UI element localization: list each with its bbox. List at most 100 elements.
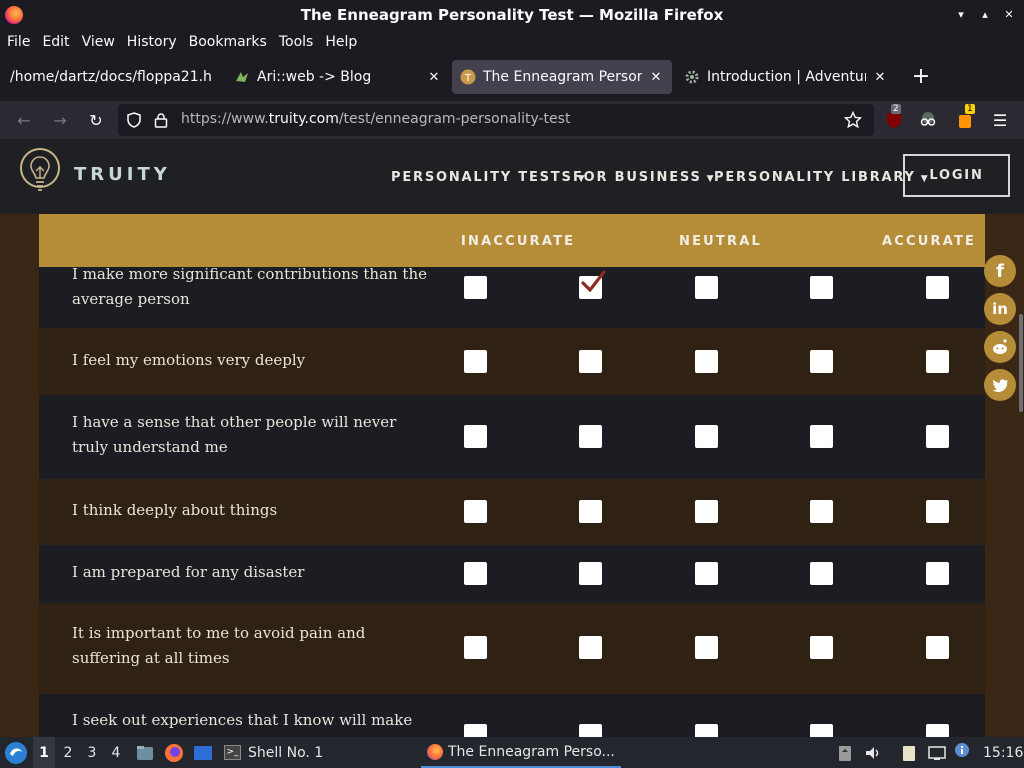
answer-checkbox-2[interactable]	[579, 270, 606, 299]
facebook-share-icon[interactable]: f	[984, 255, 1016, 287]
linkedin-share-icon[interactable]: in	[984, 293, 1016, 325]
workspace-3[interactable]: 3	[81, 737, 103, 768]
network-wired-icon[interactable]	[928, 744, 946, 762]
answer-checkbox-4[interactable]	[810, 636, 833, 659]
answer-checkbox-1[interactable]	[464, 724, 487, 737]
nav-personality-tests[interactable]: PERSONALITY TESTS ▼	[391, 170, 586, 185]
menu-tools[interactable]: Tools	[279, 34, 320, 50]
maximize-button[interactable]: ▴	[976, 5, 994, 23]
workspace-4[interactable]: 4	[105, 737, 127, 768]
close-tab-icon[interactable]: ✕	[872, 70, 888, 85]
answer-checkbox-5[interactable]	[926, 500, 949, 523]
answer-checkbox-4[interactable]	[810, 562, 833, 585]
menu-edit[interactable]: Edit	[42, 34, 75, 50]
shield-icon[interactable]	[126, 112, 142, 128]
ublock-origin-icon[interactable]: 2	[884, 104, 904, 130]
answer-checkbox-5[interactable]	[926, 425, 949, 448]
answer-checkbox-2[interactable]	[579, 500, 602, 523]
answer-checkbox-2[interactable]	[579, 425, 602, 448]
answer-checkbox-3[interactable]	[695, 276, 718, 299]
answer-checkbox-4[interactable]	[810, 276, 833, 299]
clipboard-tray-icon[interactable]	[836, 744, 854, 762]
answer-checkbox-3[interactable]	[695, 350, 718, 373]
info-tray-icon[interactable]	[954, 742, 970, 758]
reload-icon[interactable]: ↻	[86, 110, 106, 130]
menu-bookmarks[interactable]: Bookmarks	[189, 34, 273, 50]
extension-puzzle-icon[interactable]: 1	[956, 104, 976, 130]
answer-checkbox-5[interactable]	[926, 562, 949, 585]
start-menu-icon[interactable]	[4, 741, 28, 765]
answer-checkbox-5[interactable]	[926, 350, 949, 373]
volume-icon[interactable]	[864, 744, 882, 762]
truity-favicon-icon: T	[460, 69, 476, 85]
privacy-glasses-icon[interactable]	[918, 110, 938, 130]
close-window-button[interactable]: ✕	[1000, 5, 1018, 23]
window-titlebar: The Enneagram Personality Test — Mozilla…	[0, 0, 1024, 30]
menu-history[interactable]: History	[127, 34, 183, 50]
answer-checkbox-3[interactable]	[695, 500, 718, 523]
workspace-2[interactable]: 2	[57, 737, 79, 768]
firefox-launcher-icon[interactable]	[164, 743, 184, 763]
url-text[interactable]: https://www.truity.com/test/enneagram-pe…	[181, 111, 570, 127]
answer-checkbox-3[interactable]	[695, 562, 718, 585]
close-tab-icon[interactable]: ✕	[426, 70, 442, 85]
file-manager-icon[interactable]	[135, 743, 155, 763]
url-domain: truity.com	[268, 111, 339, 127]
answer-checkbox-2[interactable]	[579, 562, 602, 585]
truity-lightbulb-logo[interactable]	[19, 147, 61, 201]
taskbar-shell[interactable]: >_ Shell No. 1	[224, 737, 323, 768]
window-app-icon[interactable]	[193, 743, 213, 763]
menu-help[interactable]: Help	[325, 34, 363, 50]
question-text: I seek out experiences that I know will …	[72, 711, 413, 737]
tab-enneagram[interactable]: T The Enneagram Personal ✕	[452, 60, 672, 94]
firefox-icon	[427, 743, 443, 760]
nav-personality-library[interactable]: PERSONALITY LIBRARY ▼	[714, 170, 929, 185]
minimize-button[interactable]: ▾	[952, 5, 970, 23]
answer-checkbox-4[interactable]	[810, 724, 833, 737]
answer-checkbox-1[interactable]	[464, 500, 487, 523]
answer-checkbox-1[interactable]	[464, 562, 487, 585]
answer-checkbox-5[interactable]	[926, 276, 949, 299]
tab-file[interactable]: /home/dartz/docs/floppa21.h	[2, 60, 224, 94]
lock-icon[interactable]	[154, 112, 168, 128]
taskbar-firefox-window[interactable]: The Enneagram Perso...	[421, 737, 621, 768]
url-bar[interactable]: https://www.truity.com/test/enneagram-pe…	[118, 104, 874, 136]
answer-checkbox-3[interactable]	[695, 425, 718, 448]
answer-checkbox-2[interactable]	[579, 724, 602, 737]
answer-checkbox-5[interactable]	[926, 636, 949, 659]
workspace-1[interactable]: 1	[33, 737, 55, 768]
answer-checkbox-4[interactable]	[810, 350, 833, 373]
tab-introduction[interactable]: Introduction | Adventure ✕	[676, 60, 896, 94]
answer-checkbox-1[interactable]	[464, 350, 487, 373]
menu-view[interactable]: View	[82, 34, 121, 50]
reddit-share-icon[interactable]	[984, 331, 1016, 363]
answer-checkbox-2[interactable]	[579, 350, 602, 373]
tab-ariweb[interactable]: Ari::web -> Blog ✕	[226, 60, 450, 94]
page-scrollbar[interactable]	[1019, 314, 1023, 412]
new-tab-button[interactable]: +	[910, 64, 932, 90]
answer-checkbox-2[interactable]	[579, 636, 602, 659]
answer-checkbox-4[interactable]	[810, 500, 833, 523]
twitter-share-icon[interactable]	[984, 369, 1016, 401]
close-tab-icon[interactable]: ✕	[648, 70, 664, 85]
extension-badge: 1	[965, 104, 975, 114]
answer-checkbox-3[interactable]	[695, 636, 718, 659]
question-text: I think deeply about things	[72, 501, 278, 519]
forward-arrow-icon[interactable]: →	[50, 110, 70, 130]
bookmark-star-icon[interactable]	[844, 111, 862, 129]
answer-checkbox-1[interactable]	[464, 425, 487, 448]
answer-checkbox-3[interactable]	[695, 724, 718, 737]
notes-tray-icon[interactable]	[900, 744, 918, 762]
back-arrow-icon[interactable]: ←	[14, 110, 34, 130]
answer-checkbox-1[interactable]	[464, 636, 487, 659]
clock[interactable]: 15:16	[983, 737, 1023, 768]
hamburger-menu-icon[interactable]: ☰	[990, 110, 1010, 130]
tab-label: /home/dartz/docs/floppa21.h	[10, 69, 212, 85]
answer-checkbox-1[interactable]	[464, 276, 487, 299]
menu-file[interactable]: File	[7, 34, 36, 50]
answer-checkbox-5[interactable]	[926, 724, 949, 737]
login-button[interactable]: LOGIN	[903, 154, 1010, 197]
brand-wordmark[interactable]: TRUITY	[74, 164, 171, 185]
nav-for-business[interactable]: FOR BUSINESS ▼	[573, 170, 715, 185]
answer-checkbox-4[interactable]	[810, 425, 833, 448]
